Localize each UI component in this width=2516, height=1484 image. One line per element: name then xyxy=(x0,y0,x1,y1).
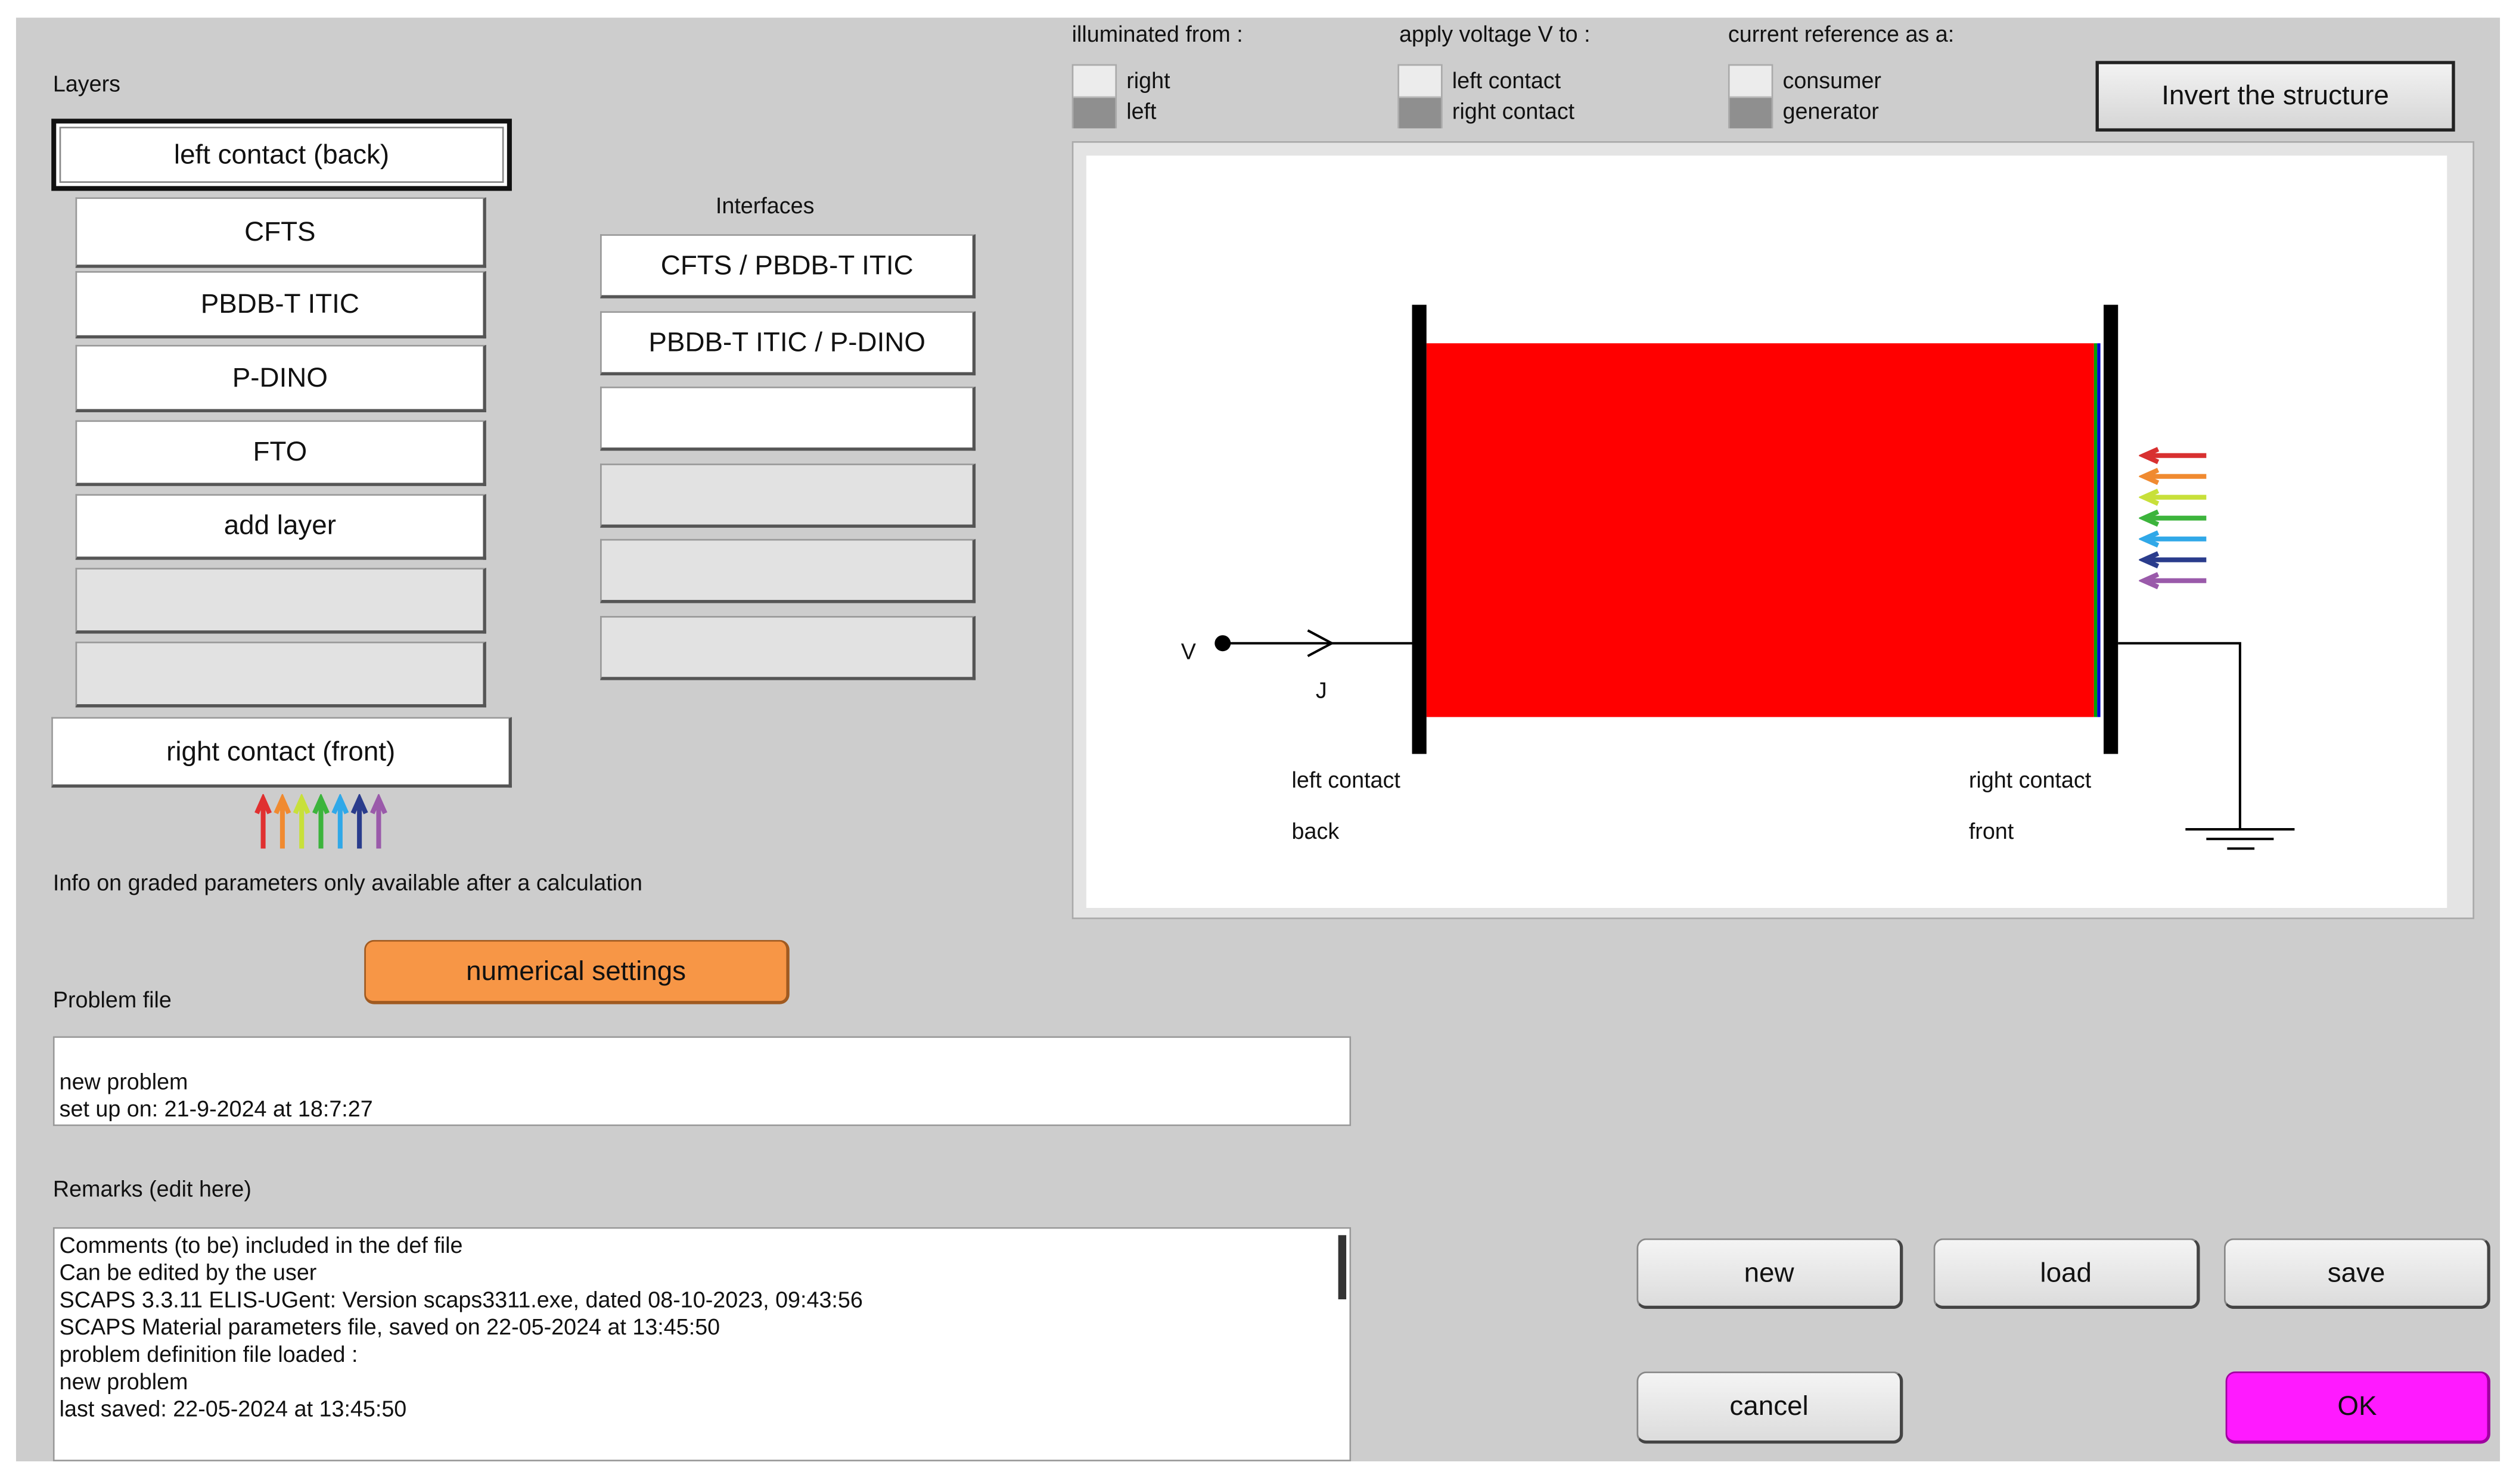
light-arrows-icon xyxy=(2139,447,2207,590)
ground-icon xyxy=(2185,828,2295,850)
back-label: back xyxy=(1291,818,1340,844)
new-button[interactable]: new xyxy=(1636,1238,1903,1309)
illuminated-left[interactable]: left xyxy=(1126,98,1156,123)
info-text: Info on graded parameters only available… xyxy=(52,869,642,895)
interface-slot-disabled xyxy=(600,539,976,603)
remarks-label: Remarks (edit here) xyxy=(52,1175,251,1202)
current-toggle[interactable] xyxy=(1728,64,1773,129)
voltage-label: apply voltage V to : xyxy=(1399,21,1591,47)
current-consumer[interactable]: consumer xyxy=(1782,67,1881,93)
remarks-textarea[interactable]: Comments (to be) included in the def fil… xyxy=(52,1227,1352,1461)
problem-file-label: Problem file xyxy=(52,986,172,1013)
save-button[interactable]: save xyxy=(2223,1238,2490,1309)
interface-slot-disabled xyxy=(600,615,976,680)
remarks-line: new problem xyxy=(59,1368,188,1394)
voltage-right-contact[interactable]: right contact xyxy=(1452,98,1574,123)
circuit-wires xyxy=(1214,629,2295,850)
remarks-line: problem definition file loaded : xyxy=(59,1341,358,1367)
right-contact-label: right contact xyxy=(1968,767,2092,793)
remarks-scrollbar[interactable] xyxy=(1338,1235,1347,1300)
left-contact-button[interactable]: left contact (back) xyxy=(51,119,512,191)
remarks-line: last saved: 22-05-2024 at 13:45:50 xyxy=(59,1395,407,1421)
empty-layer-slot xyxy=(75,568,486,634)
empty-layer-slot xyxy=(75,642,486,708)
interface-button-1[interactable]: CFTS / PBDB-T ITIC xyxy=(600,234,976,298)
problem-file-box: new problem set up on: 21-9-2024 at 18:7… xyxy=(52,1036,1352,1127)
current-symbol: J xyxy=(1315,677,1327,703)
layer-button-p-dino[interactable]: P-DINO xyxy=(75,344,486,412)
load-button[interactable]: load xyxy=(1933,1238,2200,1309)
remarks-line: Can be edited by the user xyxy=(59,1259,317,1285)
illumination-arrows-icon xyxy=(254,794,387,849)
interface-button-empty[interactable] xyxy=(600,386,976,451)
numerical-settings-button[interactable]: numerical settings xyxy=(364,939,790,1004)
layers-title: Layers xyxy=(52,70,121,97)
left-contact-label: left contact xyxy=(1291,767,1400,793)
illuminated-label: illuminated from : xyxy=(1071,21,1243,47)
current-generator[interactable]: generator xyxy=(1782,98,1878,123)
cancel-button[interactable]: cancel xyxy=(1636,1371,1903,1444)
problem-file-line: set up on: 21-9-2024 at 18:7:27 xyxy=(59,1096,373,1122)
ok-button[interactable]: OK xyxy=(2225,1371,2490,1444)
front-label: front xyxy=(1968,818,2014,844)
voltage-toggle[interactable] xyxy=(1397,64,1443,129)
problem-file-line: new problem xyxy=(59,1068,188,1094)
voltage-symbol: V xyxy=(1181,638,1196,664)
illuminated-right[interactable]: right xyxy=(1126,67,1170,93)
invert-structure-button[interactable]: Invert the structure xyxy=(2095,61,2455,132)
add-layer-button[interactable]: add layer xyxy=(75,494,486,560)
right-contact-button[interactable]: right contact (front) xyxy=(51,717,512,788)
remarks-line: SCAPS 3.3.11 ELIS-UGent: Version scaps33… xyxy=(59,1286,863,1312)
voltage-left-contact[interactable]: left contact xyxy=(1452,67,1561,93)
interface-button-2[interactable]: PBDB-T ITIC / P-DINO xyxy=(600,311,976,376)
illuminated-toggle[interactable] xyxy=(1071,64,1117,129)
layer-button-fto[interactable]: FTO xyxy=(75,420,486,486)
current-label: current reference as a: xyxy=(1728,21,1955,47)
interfaces-title: Interfaces xyxy=(715,192,815,219)
layer-button-cfts[interactable]: CFTS xyxy=(75,197,486,268)
remarks-line: SCAPS Material parameters file, saved on… xyxy=(59,1314,720,1340)
remarks-line: Comments (to be) included in the def fil… xyxy=(59,1231,463,1258)
interface-slot-disabled xyxy=(600,463,976,528)
layer-button-pbdb-t-itic[interactable]: PBDB-T ITIC xyxy=(75,271,486,339)
